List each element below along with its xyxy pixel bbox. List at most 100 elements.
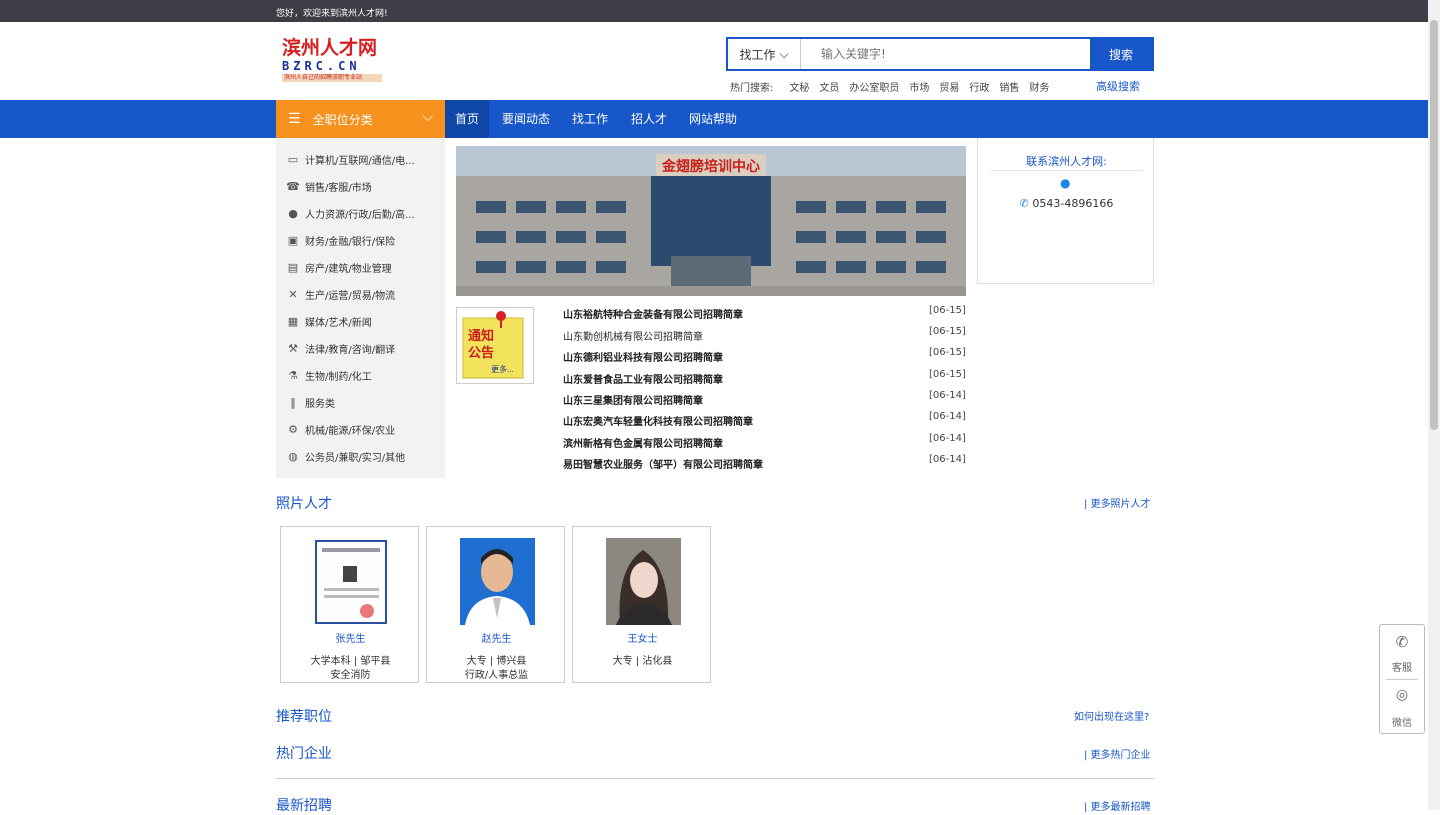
user-icon: ●	[288, 206, 298, 220]
category-item[interactable]: ◍ 公务员/兼职/实习/其他	[286, 449, 405, 464]
list-icon: ☰	[288, 111, 301, 127]
search-box: 找工作⌵ 搜索	[726, 37, 1154, 71]
cutlery-icon: ‖	[290, 395, 296, 409]
notice-text2: 公告	[468, 345, 494, 360]
news-date: [06-15]	[929, 369, 966, 380]
talent-info: 大学本科 | 邹平县	[310, 656, 391, 667]
hot-search-item[interactable]: 文秘	[789, 79, 809, 94]
phone-icon: ☎	[286, 179, 300, 193]
divider	[990, 170, 1143, 171]
nav-news[interactable]: 要闻动态	[492, 100, 560, 138]
news-item[interactable]: 山东宏奥汽车轻量化科技有限公司招聘简章	[563, 413, 753, 428]
advanced-search-link[interactable]: 高级搜索	[1096, 78, 1140, 94]
phone-icon[interactable]: ✆	[1380, 633, 1424, 651]
tools-icon: ✕	[288, 287, 298, 301]
main-nav: ☰ 全职位分类 ⌵ 首页 要闻动态 找工作 招人才 网站帮助	[0, 100, 1428, 138]
floating-service-panel: ✆ 客服 ◎ 微信	[1379, 624, 1425, 734]
hot-search-item[interactable]: 市场	[909, 79, 929, 94]
more-latest-link[interactable]: | 更多最新招聘	[1084, 798, 1151, 813]
flask-icon: ⚗	[288, 368, 298, 382]
wechat-label[interactable]: 微信	[1380, 714, 1424, 729]
nav-find-talent[interactable]: 招人才	[621, 100, 677, 138]
category-item[interactable]: ⚙ 机械/能源/环保/农业	[286, 422, 395, 437]
talent-card[interactable]: 张先生 大学本科 | 邹平县 安全消防	[280, 526, 419, 683]
talent-position: 安全消防	[330, 670, 371, 681]
monitor-icon: ▭	[287, 152, 299, 166]
divider	[1386, 679, 1418, 680]
more-hot-companies-link[interactable]: | 更多热门企业	[1084, 746, 1151, 761]
contact-box: 联系滨州人才网: ● ✆ 0543-4896166	[977, 138, 1154, 284]
search-type-select[interactable]: 找工作 ⌵	[728, 39, 801, 69]
contact-phone: ✆ 0543-4896166	[978, 197, 1155, 210]
talent-name: 王女士	[627, 634, 658, 645]
hot-search-item[interactable]: 销售	[999, 79, 1019, 94]
section-title-latest: 最新招聘	[276, 798, 332, 814]
users-icon: ◍	[288, 449, 298, 463]
category-item[interactable]: ▭ 计算机/互联网/通信/电...	[286, 152, 415, 167]
hot-search-item[interactable]: 文员	[819, 79, 839, 94]
all-categories-toggle[interactable]: ☰ 全职位分类 ⌵	[276, 100, 445, 138]
news-item[interactable]: 易田智慧农业服务（邹平）有限公司招聘简章	[563, 456, 763, 471]
news-date: [06-14]	[929, 390, 966, 401]
how-to-appear-link[interactable]: 如何出现在这里?	[1074, 708, 1149, 723]
news-item[interactable]: 山东勤创机械有限公司招聘简章	[563, 328, 703, 343]
category-label: 全职位分类	[312, 112, 373, 127]
news-date: [06-14]	[929, 454, 966, 465]
more-photo-talent-link[interactable]: | 更多照片人才	[1084, 495, 1151, 510]
wechat-icon[interactable]: ◎	[1380, 687, 1424, 703]
hot-search-item[interactable]: 办公室职员	[849, 79, 899, 94]
news-date: [06-14]	[929, 411, 966, 422]
scrollbar[interactable]	[1428, 0, 1440, 810]
category-item[interactable]: ‖ 服务类	[286, 395, 335, 410]
nav-home[interactable]: 首页	[445, 100, 490, 138]
category-item[interactable]: ⚒ 法律/教育/咨询/翻译	[286, 341, 395, 356]
category-item[interactable]: ✕ 生产/运营/贸易/物流	[286, 287, 395, 302]
category-item[interactable]: ☎ 销售/客服/市场	[286, 179, 372, 194]
qq-icon[interactable]: ●	[1060, 176, 1070, 190]
news-date: [06-14]	[929, 433, 966, 444]
talent-card[interactable]: 王女士 大专 | 沾化县	[572, 526, 711, 683]
hot-search-item[interactable]: 贸易	[939, 79, 959, 94]
category-sidebar: ▭ 计算机/互联网/通信/电... ☎ 销售/客服/市场 ● 人力资源/行政/后勤/高…	[276, 138, 445, 478]
hot-search-item[interactable]: 行政	[969, 79, 989, 94]
hot-search-list: 热门搜索: 文秘 文员 办公室职员 市场 贸易 行政 销售 财务	[730, 79, 1049, 94]
film-icon: ▦	[287, 314, 299, 328]
news-date: [06-15]	[929, 305, 966, 316]
gavel-icon: ⚒	[288, 341, 298, 355]
banner-image[interactable]: 金翅膀培训中心	[456, 146, 966, 296]
news-item[interactable]: 山东德利铝业科技有限公司招聘简章	[563, 349, 723, 364]
scrollbar-thumb[interactable]	[1430, 20, 1438, 430]
category-item[interactable]: ▣ 财务/金融/银行/保险	[286, 233, 395, 248]
notice-board-image[interactable]: 通知 公告 更多...	[456, 307, 534, 384]
news-item[interactable]: 山东裕航特种合金装备有限公司招聘简章	[563, 306, 743, 321]
talent-name: 赵先生	[481, 634, 512, 645]
news-item[interactable]: 山东三星集团有限公司招聘简章	[563, 392, 703, 407]
nav-find-job[interactable]: 找工作	[562, 100, 618, 138]
service-label[interactable]: 客服	[1380, 659, 1424, 674]
news-item[interactable]: 山东爱普食品工业有限公司招聘简章	[563, 371, 723, 386]
search-button[interactable]: 搜索	[1090, 39, 1152, 69]
search-input[interactable]	[801, 39, 1090, 69]
category-item[interactable]: ● 人力资源/行政/后勤/高...	[286, 206, 414, 221]
banner-sign: 金翅膀培训中心	[661, 158, 760, 174]
building-photo: 金翅膀培训中心	[456, 146, 966, 296]
chevron-down-icon: ⌵	[779, 46, 789, 61]
site-logo[interactable]: 滨州人才网 BZRC.CN 滨州人自己的招聘求职专业站	[282, 38, 382, 88]
talent-photo	[606, 538, 681, 625]
news-item[interactable]: 滨州新格有色金属有限公司招聘简章	[563, 435, 723, 450]
talent-photo	[460, 538, 535, 625]
category-item[interactable]: ⚗ 生物/制药/化工	[286, 368, 372, 383]
category-item[interactable]: ▤ 房产/建筑/物业管理	[286, 260, 392, 275]
hot-search-item[interactable]: 财务	[1029, 79, 1049, 94]
news-date: [06-15]	[929, 326, 966, 337]
category-item[interactable]: ▦ 媒体/艺术/新闻	[286, 314, 372, 329]
money-icon: ▣	[287, 233, 299, 247]
section-title-recommended: 推荐职位	[276, 709, 332, 725]
top-bar: 您好，欢迎来到滨州人才网!	[0, 0, 1428, 22]
gear-icon: ⚙	[288, 422, 298, 436]
nav-help[interactable]: 网站帮助	[679, 100, 747, 138]
talent-card[interactable]: 赵先生 大专 | 博兴县 行政/人事总监	[426, 526, 565, 683]
logo-domain: BZRC.CN	[282, 59, 361, 73]
phone-icon: ✆	[1019, 197, 1029, 210]
talent-info: 大专 | 沾化县	[612, 656, 673, 667]
